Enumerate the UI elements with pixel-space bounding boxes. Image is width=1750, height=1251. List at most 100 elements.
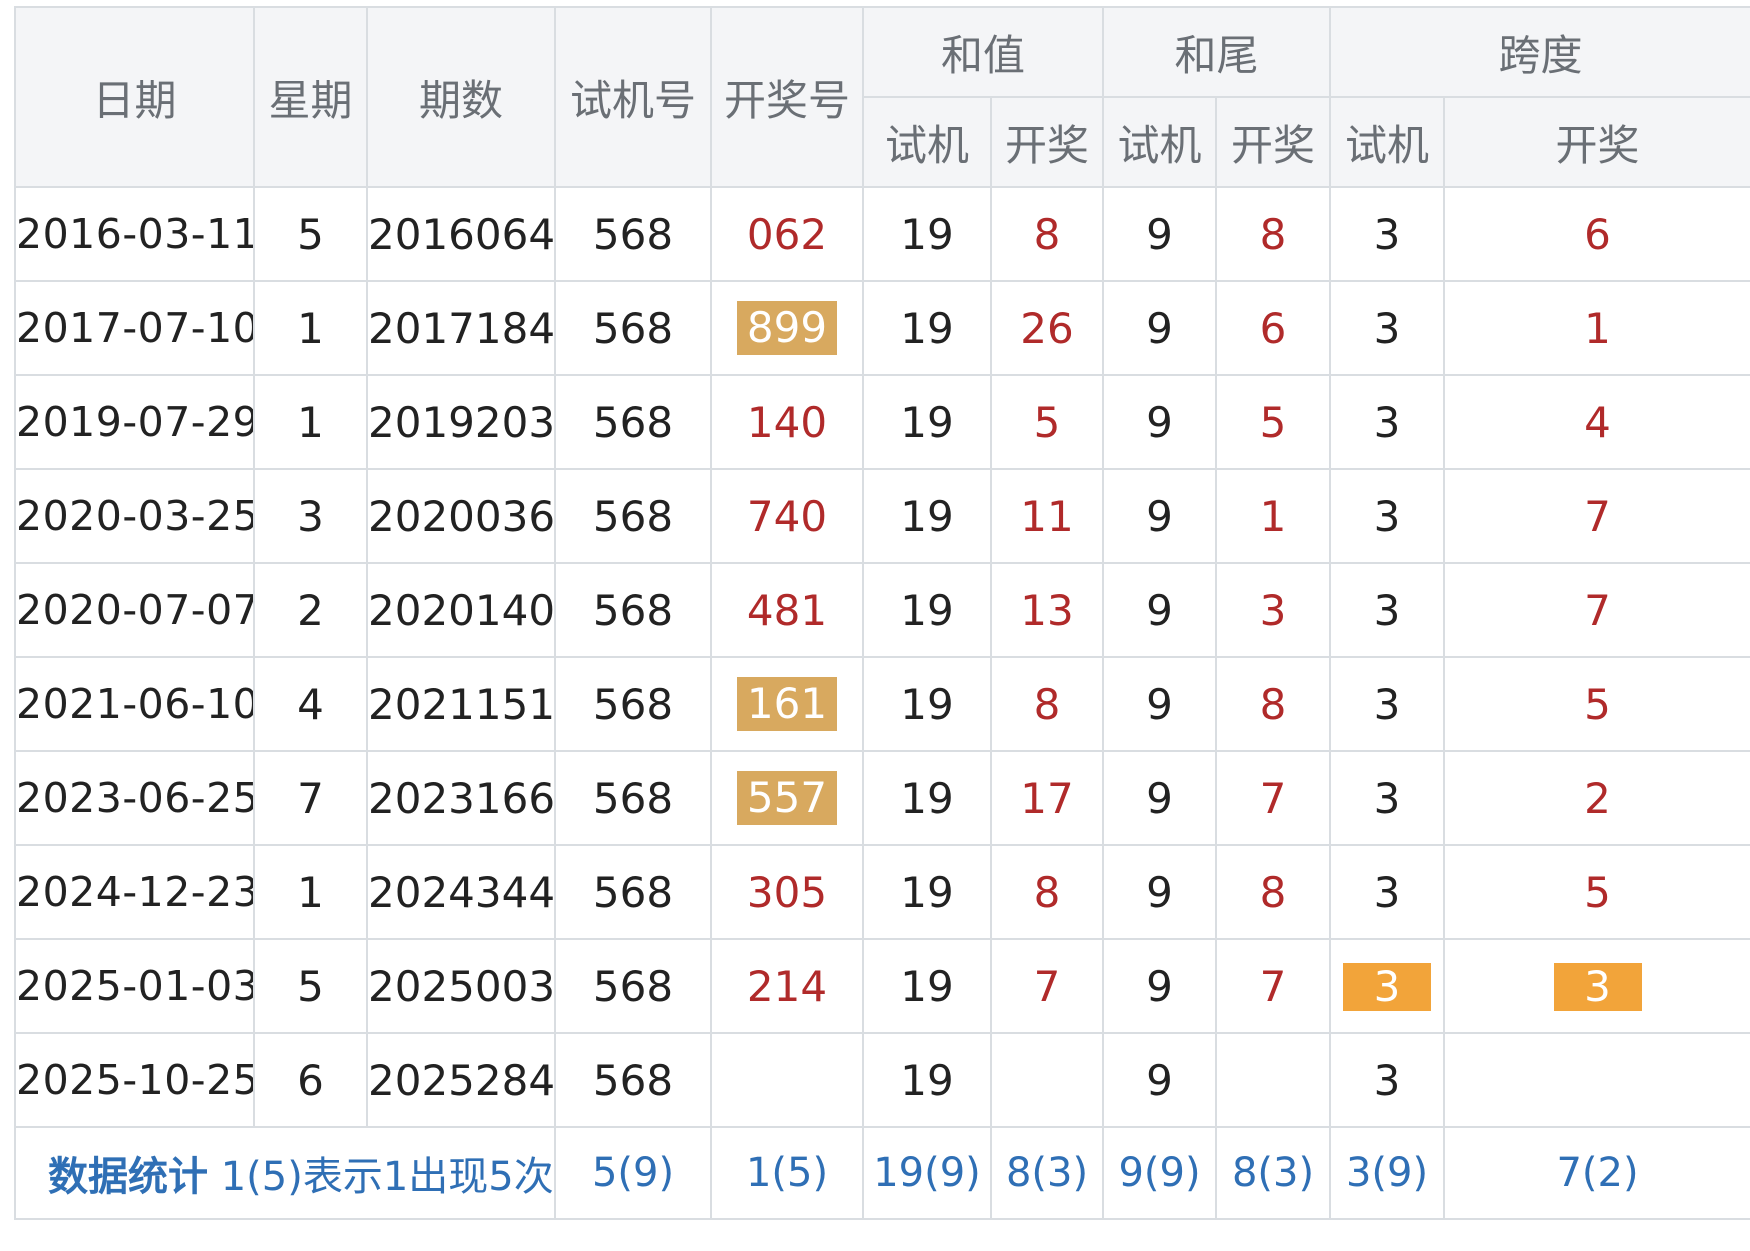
table-row: 2021-06-10 4 2021151 568 161 19 8 9 8 3 … <box>14 656 1750 752</box>
cell-span-trial: 3 <box>1329 844 1446 940</box>
cell-date: 2020-03-25 <box>14 468 255 564</box>
cell-issue: 2020140 <box>366 562 556 658</box>
cell-trial: 568 <box>554 1032 712 1128</box>
cell-date: 2019-07-29 <box>14 374 255 470</box>
cell-draw: 899 <box>710 280 864 376</box>
cell-trial: 568 <box>554 656 712 752</box>
cell-weekday: 4 <box>253 656 368 752</box>
subheader-sum-draw: 开奖 <box>989 96 1105 188</box>
table-row: 2025-10-25 6 2025284 568 19 9 3 <box>14 1032 1750 1128</box>
cell-date: 2024-12-23 <box>14 844 255 940</box>
stats-tail-draw: 8(3) <box>1215 1126 1332 1220</box>
header-sum: 和值 <box>861 6 1105 98</box>
table-row: 2020-03-25 3 2020036 568 740 19 11 9 1 3… <box>14 468 1750 564</box>
cell-sum-draw: 11 <box>989 468 1105 564</box>
cell-tail-draw: 6 <box>1215 280 1332 376</box>
highlighted-span-trial: 3 <box>1343 962 1432 1011</box>
cell-span-trial: 3 <box>1329 374 1446 470</box>
stats-note: 1(5)表示1出现5次 <box>220 1154 554 1200</box>
trial-number-history-table: 日期 星期 期数 试机号 开奖号 和值 和尾 跨度 试机 开奖 试机 开奖 试机… <box>14 6 1750 1220</box>
cell-date: 2025-10-25 <box>14 1032 255 1128</box>
cell-tail-draw: 8 <box>1215 656 1332 752</box>
table-row: 2016-03-11 5 2016064 568 062 19 8 9 8 3 … <box>14 186 1750 282</box>
cell-span-draw: 1 <box>1443 280 1750 376</box>
table-row: 2017-07-10 1 2017184 568 899 19 26 9 6 3… <box>14 280 1750 376</box>
cell-issue: 2017184 <box>366 280 556 376</box>
cell-tail-trial: 9 <box>1102 186 1218 282</box>
cell-tail-trial: 9 <box>1102 374 1218 470</box>
cell-sum-draw: 13 <box>989 562 1105 658</box>
cell-sum-trial: 19 <box>862 280 992 376</box>
cell-span-trial: 3 <box>1329 186 1446 282</box>
cell-weekday: 2 <box>253 562 368 658</box>
header-issue: 期数 <box>366 6 556 188</box>
cell-weekday: 7 <box>253 750 368 846</box>
cell-sum-draw <box>989 1032 1105 1128</box>
cell-draw: 214 <box>710 938 864 1034</box>
cell-tail-trial: 9 <box>1102 468 1218 564</box>
cell-draw: 557 <box>710 750 864 846</box>
cell-issue: 2025284 <box>366 1032 556 1128</box>
cell-tail-trial: 9 <box>1102 280 1218 376</box>
cell-span-draw: 4 <box>1443 374 1750 470</box>
cell-span-draw: 6 <box>1443 186 1750 282</box>
cell-issue: 2021151 <box>366 656 556 752</box>
cell-issue: 2020036 <box>366 468 556 564</box>
cell-sum-draw: 26 <box>989 280 1105 376</box>
table-row: 2024-12-23 1 2024344 568 305 19 8 9 8 3 … <box>14 844 1750 940</box>
cell-sum-trial: 19 <box>862 374 992 470</box>
stats-span-trial: 3(9) <box>1329 1126 1446 1220</box>
cell-span-draw: 7 <box>1443 562 1750 658</box>
cell-draw: 481 <box>710 562 864 658</box>
cell-tail-trial: 9 <box>1102 1032 1218 1128</box>
cell-draw <box>710 1032 864 1128</box>
table-row: 2023-06-25 7 2023166 568 557 19 17 9 7 3… <box>14 750 1750 846</box>
cell-span-trial: 3 <box>1329 562 1446 658</box>
cell-span-trial: 3 <box>1329 1032 1446 1128</box>
cell-span-draw: 7 <box>1443 468 1750 564</box>
cell-issue: 2024344 <box>366 844 556 940</box>
header-span: 跨度 <box>1329 6 1750 98</box>
cell-issue: 2019203 <box>366 374 556 470</box>
cell-tail-draw: 1 <box>1215 468 1332 564</box>
cell-tail-draw: 8 <box>1215 186 1332 282</box>
header-trial-number: 试机号 <box>554 6 712 188</box>
cell-sum-trial: 19 <box>862 844 992 940</box>
subheader-span-trial: 试机 <box>1329 96 1446 188</box>
cell-weekday: 1 <box>253 844 368 940</box>
stats-sum-draw: 8(3) <box>989 1126 1105 1220</box>
cell-date: 2020-07-07 <box>14 562 255 658</box>
cell-issue: 2023166 <box>366 750 556 846</box>
cell-issue: 2016064 <box>366 186 556 282</box>
cell-weekday: 5 <box>253 938 368 1034</box>
cell-span-draw: 5 <box>1443 844 1750 940</box>
subheader-tail-draw: 开奖 <box>1215 96 1332 188</box>
cell-draw: 305 <box>710 844 864 940</box>
table-row: 2019-07-29 1 2019203 568 140 19 5 9 5 3 … <box>14 374 1750 470</box>
cell-sum-trial: 19 <box>862 938 992 1034</box>
header-sum-tail: 和尾 <box>1102 6 1332 98</box>
cell-span-draw: 5 <box>1443 656 1750 752</box>
cell-trial: 568 <box>554 280 712 376</box>
highlighted-draw-number: 899 <box>736 301 838 355</box>
cell-tail-trial: 9 <box>1102 656 1218 752</box>
cell-date: 2023-06-25 <box>14 750 255 846</box>
cell-span-trial: 3 <box>1329 938 1446 1034</box>
stats-span-draw: 7(2) <box>1443 1126 1750 1220</box>
cell-sum-draw: 8 <box>989 844 1105 940</box>
cell-span-trial: 3 <box>1329 280 1446 376</box>
cell-sum-trial: 19 <box>862 468 992 564</box>
cell-tail-draw: 7 <box>1215 750 1332 846</box>
cell-date: 2016-03-11 <box>14 186 255 282</box>
cell-tail-draw <box>1215 1032 1332 1128</box>
cell-trial: 568 <box>554 468 712 564</box>
cell-tail-draw: 5 <box>1215 374 1332 470</box>
cell-tail-trial: 9 <box>1102 844 1218 940</box>
table-row: 2025-01-03 5 2025003 568 214 19 7 9 7 3 … <box>14 938 1750 1034</box>
cell-weekday: 5 <box>253 186 368 282</box>
cell-sum-draw: 17 <box>989 750 1105 846</box>
highlighted-span-draw: 3 <box>1553 962 1642 1011</box>
cell-tail-trial: 9 <box>1102 562 1218 658</box>
table-row: 2020-07-07 2 2020140 568 481 19 13 9 3 3… <box>14 562 1750 658</box>
cell-sum-trial: 19 <box>862 656 992 752</box>
